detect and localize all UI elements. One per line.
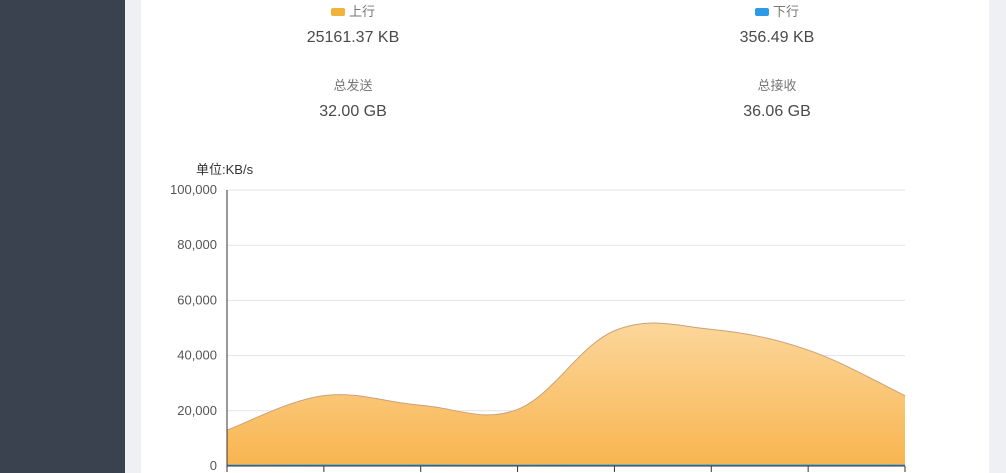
traffic-area-chart: 0 20,000 40,000 60,000 80,000 100,000 [170,182,906,473]
upload-area [227,323,905,466]
chart-series [226,322,906,466]
y-tick-label: 60,000 [177,292,217,307]
y-tick-label: 80,000 [177,237,217,252]
y-tick-label: 40,000 [177,348,217,363]
y-tick-label: 20,000 [177,403,217,418]
app-page: 上行 25161.37 KB 下行 356.49 KB 总发送 32.00 GB… [0,0,1006,473]
y-tick-label: 100,000 [170,182,217,197]
y-tick-label: 0 [210,458,217,473]
